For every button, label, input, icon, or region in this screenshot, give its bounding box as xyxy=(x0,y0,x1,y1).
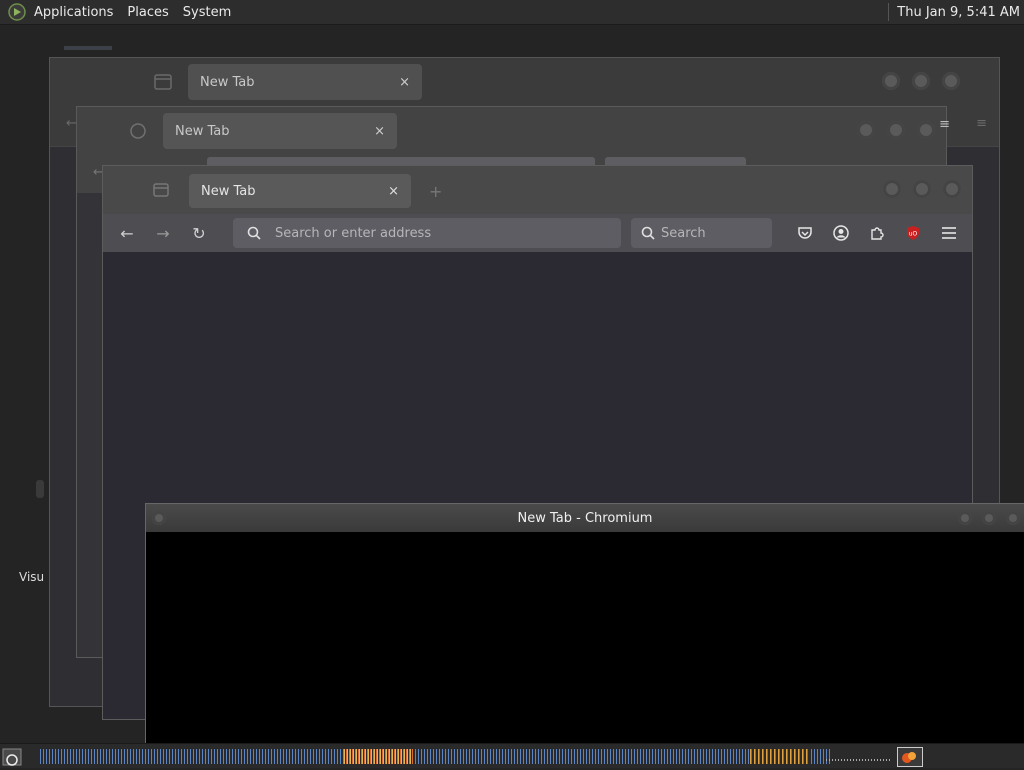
url-bar-placeholder: Search or enter address xyxy=(275,225,432,241)
close-button[interactable] xyxy=(943,180,961,198)
tab-close-icon[interactable]: × xyxy=(399,75,410,90)
panel-separator xyxy=(888,3,890,21)
desktop-icon-label[interactable]: Visu xyxy=(19,570,44,584)
extensions-icon[interactable] xyxy=(867,223,887,243)
applications-menu[interactable]: Applications xyxy=(34,5,113,20)
desktop-handle xyxy=(36,480,44,498)
new-tab-plus-icon[interactable]: + xyxy=(429,182,442,201)
firefox-window-controls xyxy=(883,180,961,198)
tab-title: New Tab xyxy=(201,183,256,199)
reload-icon[interactable]: ↻ xyxy=(187,221,211,245)
account-icon[interactable] xyxy=(831,223,851,243)
tab-page-icon xyxy=(130,123,146,139)
maximize-button[interactable] xyxy=(887,121,905,139)
url-bar[interactable]: Search or enter address xyxy=(233,218,621,248)
search-bar-edge xyxy=(605,157,746,165)
workspace-dots xyxy=(826,759,892,761)
maximize-button[interactable] xyxy=(912,72,930,90)
window-list-strip[interactable] xyxy=(40,749,830,764)
tab-new-tab-b[interactable]: New Tab × xyxy=(163,113,397,149)
forward-arrow-icon[interactable]: → xyxy=(151,221,175,245)
show-desktop-icon[interactable] xyxy=(2,747,22,767)
desktop-strip xyxy=(64,46,112,50)
search-bar[interactable]: Search xyxy=(631,218,772,248)
tab-new-tab[interactable]: New Tab × xyxy=(189,174,411,208)
tab-close-icon[interactable]: × xyxy=(388,184,399,199)
window-list-highlight-a xyxy=(343,749,413,764)
top-panel: Applications Places System Thu Jan 9, 5:… xyxy=(0,0,1024,25)
svg-text:uO: uO xyxy=(909,231,918,238)
places-menu[interactable]: Places xyxy=(127,5,168,20)
applications-logo-icon[interactable] xyxy=(8,3,26,21)
chromium-window-controls xyxy=(958,511,1020,525)
menu-icon[interactable]: ≡ xyxy=(939,117,950,132)
minimize-button[interactable] xyxy=(857,121,875,139)
window-list-highlight-b xyxy=(750,749,810,764)
window-controls-b xyxy=(857,121,935,139)
chromium-titlebar[interactable]: New Tab - Chromium xyxy=(146,504,1024,532)
close-button[interactable] xyxy=(1006,511,1020,525)
close-button[interactable] xyxy=(942,72,960,90)
hamburger-menu-icon[interactable] xyxy=(939,223,959,243)
system-menu[interactable]: System xyxy=(183,5,231,20)
back-arrow-icon[interactable]: ← xyxy=(115,221,139,245)
search-icon xyxy=(247,226,261,240)
maximize-button[interactable] xyxy=(913,180,931,198)
firefox-titlebar[interactable]: New Tab × + xyxy=(103,166,972,214)
tab-new-tab-a[interactable]: New Tab × xyxy=(188,64,422,100)
clock[interactable]: Thu Jan 9, 5:41 AM xyxy=(897,5,1020,20)
minimize-button[interactable] xyxy=(958,511,972,525)
chromium-window[interactable]: New Tab - Chromium xyxy=(145,503,1024,748)
tab-page-icon xyxy=(154,74,172,90)
url-bar-edge xyxy=(207,157,595,165)
maximize-button[interactable] xyxy=(982,511,996,525)
window-menu-button[interactable] xyxy=(152,511,166,525)
tray-app-icon[interactable] xyxy=(897,747,923,767)
menu-icon[interactable]: ≡ xyxy=(976,116,987,131)
ublock-icon[interactable]: uO xyxy=(903,223,923,243)
window-controls-a xyxy=(882,72,960,90)
firefox-navbar: ← → ↻ Search or enter address Search uO xyxy=(103,214,972,252)
tab-title: New Tab xyxy=(175,123,230,139)
search-bar-placeholder: Search xyxy=(661,225,706,241)
tab-close-icon[interactable]: × xyxy=(374,124,385,139)
chromium-content[interactable] xyxy=(146,532,1024,747)
minimize-button[interactable] xyxy=(882,72,900,90)
pocket-icon[interactable] xyxy=(795,223,815,243)
bottom-taskbar xyxy=(0,743,1024,768)
minimize-button[interactable] xyxy=(883,180,901,198)
tab-title: New Tab xyxy=(200,74,255,90)
chromium-window-title: New Tab - Chromium xyxy=(517,510,653,526)
search-icon xyxy=(641,226,655,240)
tab-list-icon[interactable] xyxy=(153,182,169,198)
close-button[interactable] xyxy=(917,121,935,139)
